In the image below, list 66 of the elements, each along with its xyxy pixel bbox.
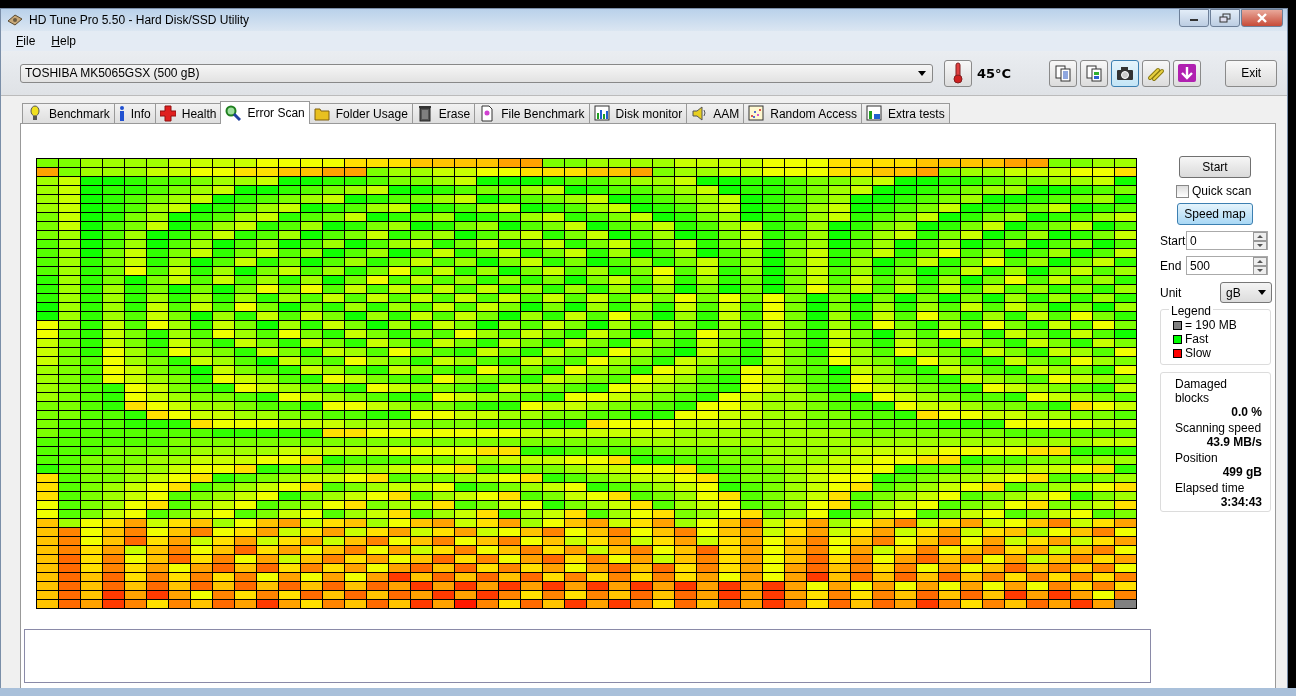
camera-icon — [1116, 64, 1135, 82]
tab[interactable]: Random Access — [743, 103, 862, 123]
tab[interactable]: Extra tests — [860, 103, 950, 123]
unit-dropdown[interactable]: gB — [1220, 282, 1272, 303]
legend-title: Legend — [1169, 304, 1214, 318]
info-icon — [118, 105, 125, 122]
caret-icon — [1258, 290, 1266, 295]
copy-icon — [1054, 64, 1073, 82]
toolbar-button[interactable] — [1111, 59, 1140, 87]
stat-value: 43.9 MB/s — [1205, 435, 1262, 449]
down-arrow-icon — [1178, 64, 1197, 82]
checkbox[interactable] — [1176, 184, 1189, 198]
cross-icon — [159, 105, 176, 122]
number-field[interactable]: 500 — [1186, 256, 1268, 275]
speaker-icon — [691, 105, 708, 122]
restore-icon — [1219, 13, 1231, 23]
tab[interactable]: Benchmark — [22, 103, 115, 123]
caret-icon — [918, 70, 927, 76]
legend-label: = 190 MB — [1185, 318, 1237, 332]
toolbar-button[interactable] — [1080, 59, 1109, 87]
stat-label: Position — [1175, 451, 1219, 465]
exit-button[interactable]: Exit — [1225, 59, 1277, 87]
trash-icon — [416, 105, 433, 122]
tab[interactable]: Error Scan — [220, 101, 310, 124]
field-label: Unit — [1160, 285, 1182, 300]
checkbox-label[interactable]: Quick scan — [1192, 184, 1252, 198]
field-label: End — [1160, 258, 1182, 273]
tab[interactable]: Info — [113, 103, 156, 123]
legend-label: Slow — [1185, 346, 1211, 360]
tab[interactable]: Disk monitor — [588, 103, 688, 123]
number-field[interactable]: 0 — [1186, 231, 1268, 250]
tab[interactable]: Erase — [411, 103, 476, 123]
spinner-icon — [1253, 256, 1267, 275]
stat-label: Scanning speed — [1175, 421, 1262, 435]
thermometer-button[interactable] — [944, 59, 972, 87]
speed-map-button[interactable]: Speed map — [1177, 203, 1253, 225]
stat-value: 3:34:43 — [1219, 495, 1262, 509]
stat-value: 0.0 % — [1230, 405, 1262, 419]
thermometer-icon — [953, 62, 964, 84]
toolbar-button[interactable] — [1173, 59, 1202, 87]
tab[interactable]: Health — [154, 103, 222, 123]
restore-button[interactable] — [1210, 9, 1240, 27]
tab[interactable]: Folder Usage — [308, 103, 413, 123]
window-title: HD Tune Pro 5.50 - Hard Disk/SSD Utility — [29, 13, 251, 27]
stat-label: Elapsed time — [1175, 481, 1246, 495]
bulb-icon — [27, 105, 43, 122]
minimize-button[interactable] — [1179, 9, 1209, 27]
chart-icon — [865, 105, 882, 122]
start-button[interactable]: Start — [1179, 156, 1251, 178]
legend-label: Fast — [1185, 332, 1209, 346]
drive-name: TOSHIBA MK5065GSX (500 gB) — [25, 66, 200, 80]
scatter-icon — [748, 105, 765, 122]
stat-value: 499 gB — [1221, 465, 1262, 479]
copy-icon — [1085, 64, 1104, 82]
stat-label: Damaged blocks — [1175, 377, 1229, 405]
menu-item[interactable]: File — [16, 34, 36, 48]
tab[interactable]: AAM — [686, 103, 745, 123]
close-icon — [1256, 13, 1268, 23]
temperature-reading: 45°C — [976, 65, 1013, 81]
bar-chart-icon — [593, 105, 610, 122]
tab[interactable]: File Benchmark — [474, 103, 590, 123]
close-button[interactable] — [1241, 9, 1283, 27]
magnifier-icon — [225, 104, 242, 122]
drive-dropdown[interactable]: TOSHIBA MK5065GSX (500 gB) — [20, 63, 934, 83]
spinner-icon — [1253, 231, 1267, 250]
menu-item[interactable]: Help — [51, 34, 77, 48]
